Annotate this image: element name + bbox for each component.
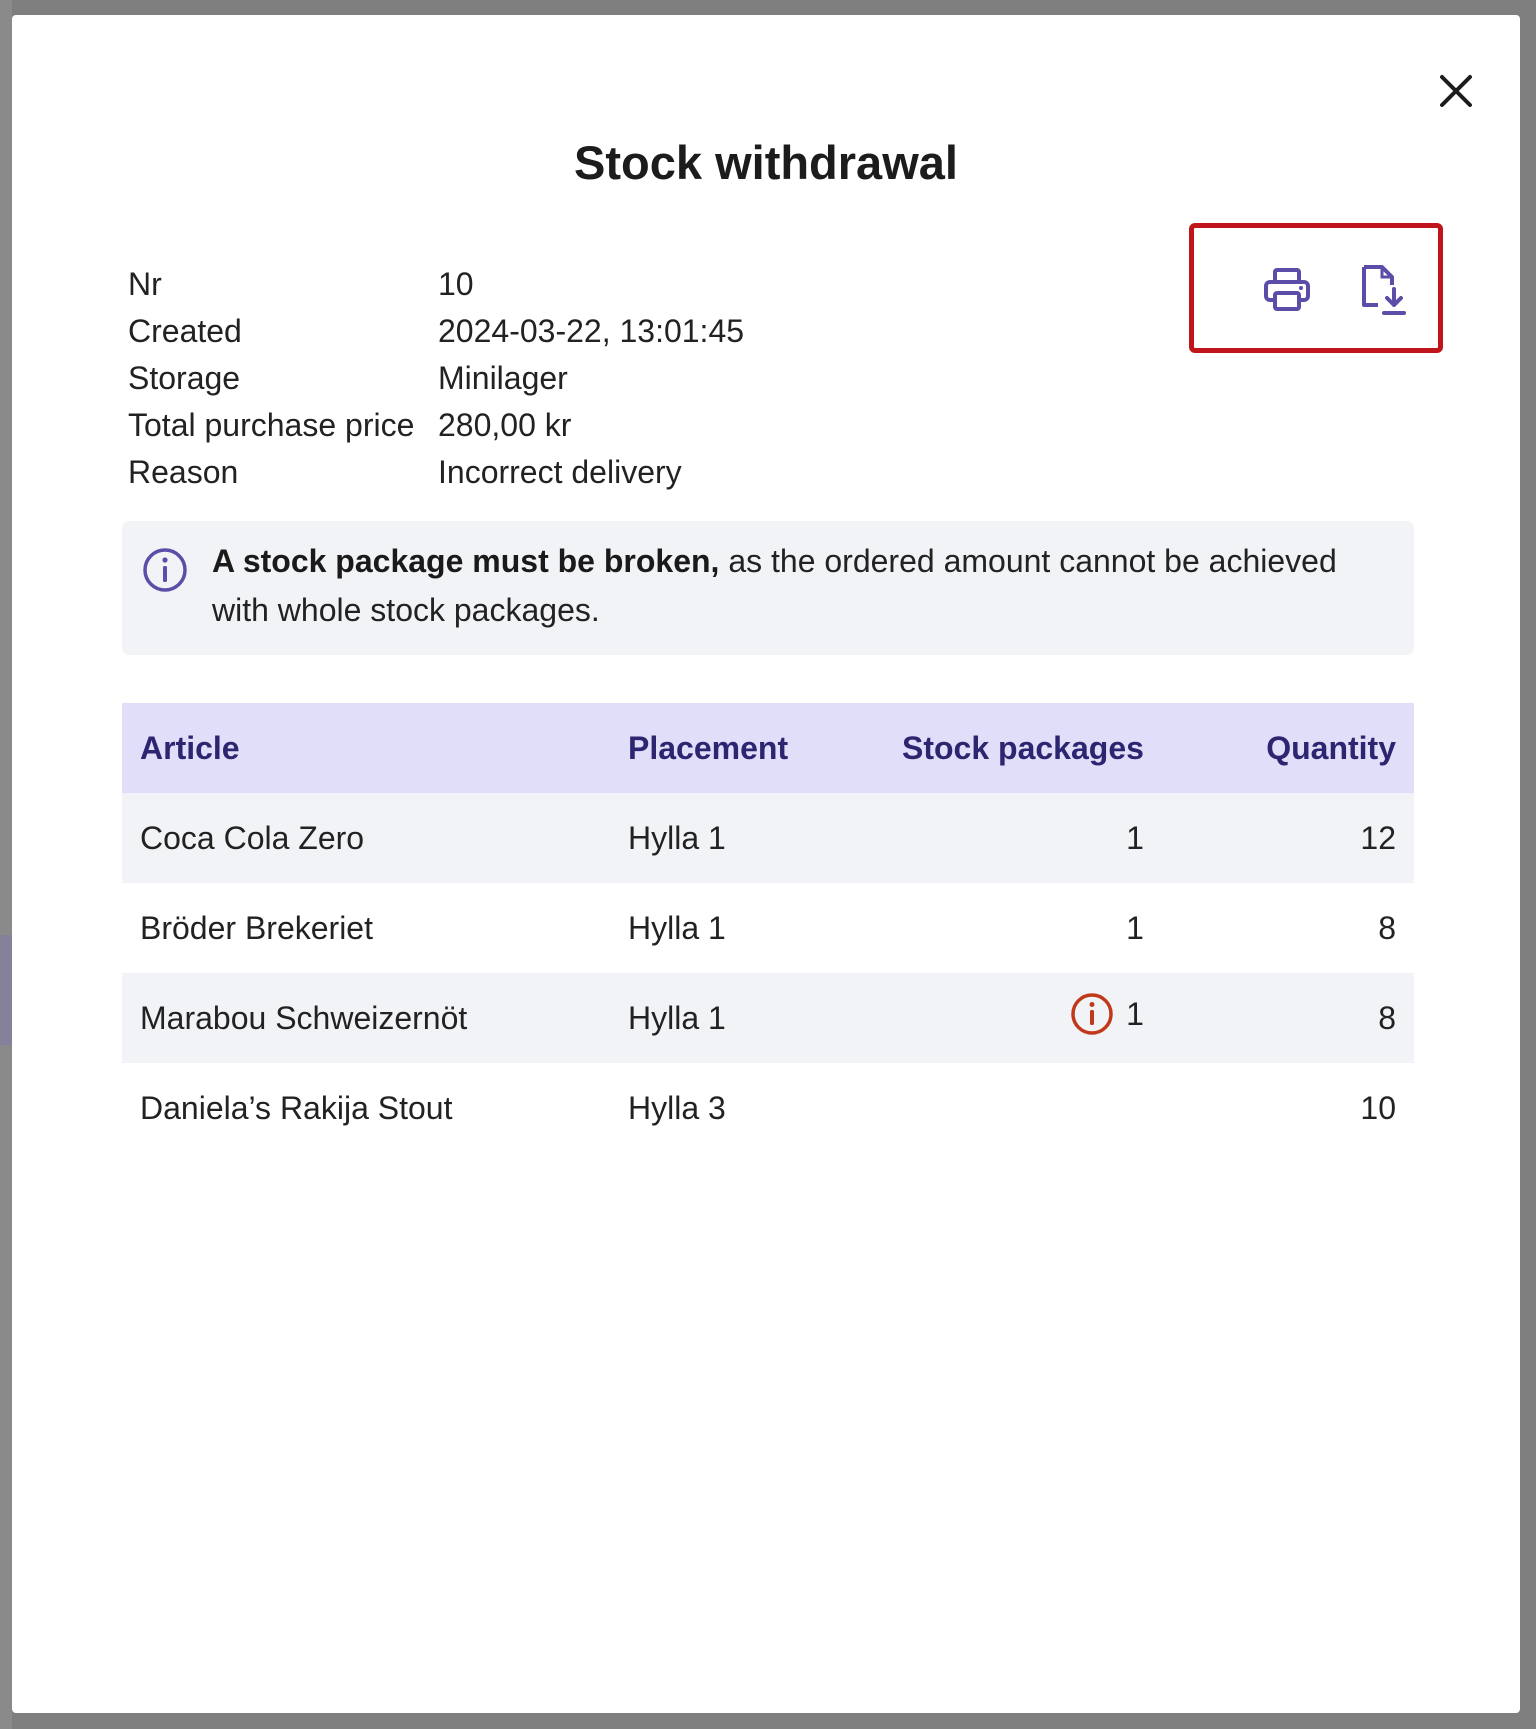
cell-stock-packages: 1 [867, 973, 1162, 1063]
warning-info-icon[interactable] [1070, 992, 1114, 1036]
action-buttons-highlight [1189, 223, 1443, 353]
cell-article: Coca Cola Zero [122, 793, 611, 883]
detail-value-storage: Minilager [438, 360, 568, 396]
cell-stock-packages: 1 [1126, 909, 1144, 946]
info-notice: A stock package must be broken, as the o… [122, 521, 1414, 655]
info-icon [143, 548, 187, 592]
cell-placement: Hylla 1 [610, 973, 868, 1063]
column-header-placement[interactable]: Placement [610, 703, 868, 793]
modal-title: Stock withdrawal [574, 136, 958, 189]
stock-withdrawal-modal: Stock withdrawal Nr 10 Created 2024-03-2… [12, 15, 1520, 1713]
detail-value-nr: 10 [438, 266, 474, 302]
detail-label-total-price: Total purchase price [128, 407, 415, 443]
detail-label-nr: Nr [128, 266, 162, 302]
articles-table: Article Placement Stock packages Quantit… [122, 703, 1414, 1153]
table-row[interactable]: Marabou Schweizernöt Hylla 1 1 8 [122, 973, 1414, 1063]
detail-label-created: Created [128, 313, 242, 349]
print-button[interactable] [1259, 262, 1315, 318]
cell-placement: Hylla 3 [628, 1089, 726, 1126]
notice-text: A stock package must be broken, as the o… [212, 537, 1372, 635]
table-header-row: Article Placement Stock packages Quantit… [122, 703, 1414, 793]
notice-bold-text: A stock package must be broken, [212, 543, 720, 579]
printer-icon [1264, 268, 1310, 311]
close-button[interactable] [1430, 65, 1482, 117]
file-download-icon [1362, 265, 1406, 315]
download-button[interactable] [1354, 262, 1410, 318]
cell-article: Bröder Brekeriet [140, 909, 373, 946]
detail-label-storage: Storage [128, 360, 241, 396]
table-row[interactable]: Coca Cola Zero Hylla 1 1 12 [122, 793, 1414, 883]
column-header-article[interactable]: Article [122, 703, 611, 793]
cell-quantity: 12 [1161, 793, 1414, 883]
cell-stock-packages [868, 1063, 1162, 1153]
withdrawal-details: Nr 10 Created 2024-03-22, 13:01:45 Stora… [128, 261, 744, 496]
column-header-stock-packages[interactable]: Stock packages [867, 703, 1162, 793]
cell-article: Marabou Schweizernöt [122, 973, 611, 1063]
detail-value-reason: Incorrect delivery [438, 454, 682, 490]
background-selected-row [0, 935, 12, 1045]
cell-placement: Hylla 1 [628, 909, 726, 946]
detail-value-created: 2024-03-22, 13:01:45 [438, 313, 745, 349]
cell-article: Daniela’s Rakija Stout [140, 1089, 453, 1126]
cell-placement: Hylla 1 [610, 793, 868, 883]
background-page: I [0, 0, 12, 1729]
detail-value-total-price: 280,00 kr [438, 407, 572, 443]
close-icon [1440, 75, 1472, 107]
table-row[interactable]: Daniela’s Rakija Stout Hylla 3 10 [122, 1063, 1414, 1153]
stock-packages-value: 1 [1126, 995, 1144, 1032]
cell-stock-packages: 1 [867, 793, 1162, 883]
cell-quantity: 10 [1360, 1089, 1396, 1126]
cell-quantity: 8 [1161, 973, 1414, 1063]
table-row[interactable]: Bröder Brekeriet Hylla 1 1 8 [122, 883, 1414, 973]
cell-quantity: 8 [1378, 909, 1396, 946]
detail-label-reason: Reason [128, 454, 239, 490]
column-header-quantity[interactable]: Quantity [1161, 703, 1414, 793]
